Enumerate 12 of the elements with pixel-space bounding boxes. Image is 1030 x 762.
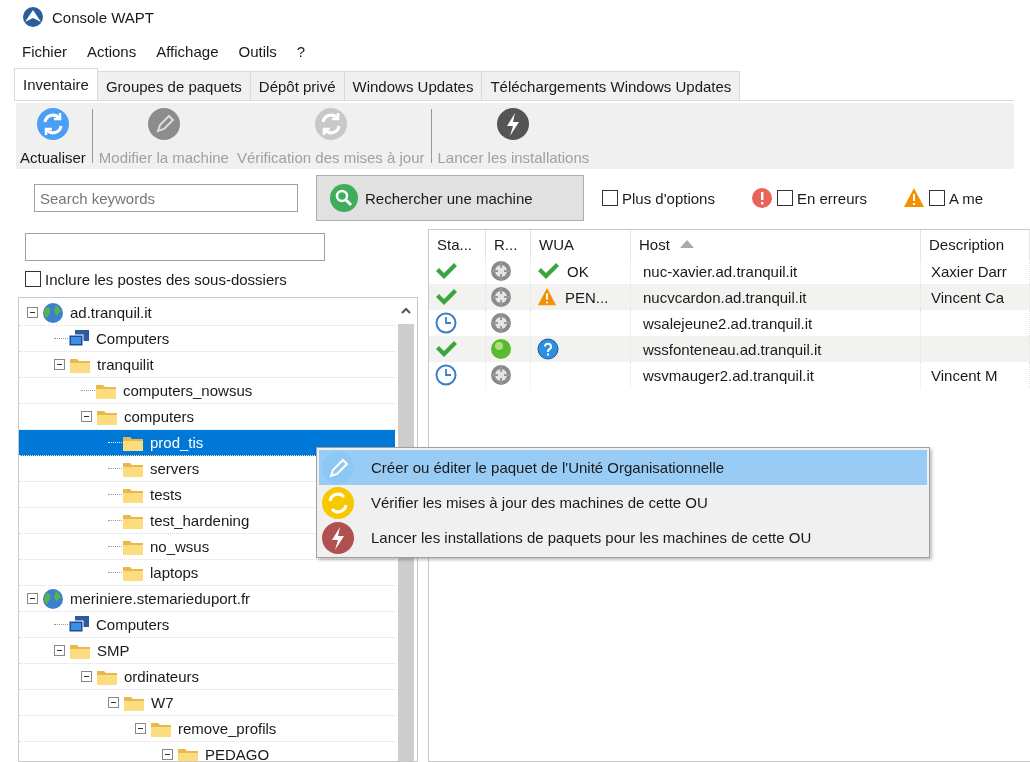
checkbox-label: Inclure les postes des sous-dossiers — [45, 270, 287, 288]
table-cell: Vincent Ca — [931, 288, 1005, 306]
table-cell: wsalejeune2.ad.tranquil.it — [643, 314, 813, 332]
table-cell: wsvmauger2.ad.tranquil.it — [643, 366, 814, 384]
window-title: Console WAPT — [52, 8, 154, 26]
table-cell: Vincent M — [931, 366, 998, 384]
table-cell: Xaxier Darr — [931, 262, 1007, 280]
table-cell: nuc-xavier.ad.tranquil.it — [643, 262, 798, 280]
table-cell: PEN... — [565, 288, 609, 306]
table-cell: OK — [567, 262, 589, 280]
table-cell: nucvcardon.ad.tranquil.it — [643, 288, 807, 306]
table-cell: wssfonteneau.ad.tranquil.it — [643, 340, 822, 358]
